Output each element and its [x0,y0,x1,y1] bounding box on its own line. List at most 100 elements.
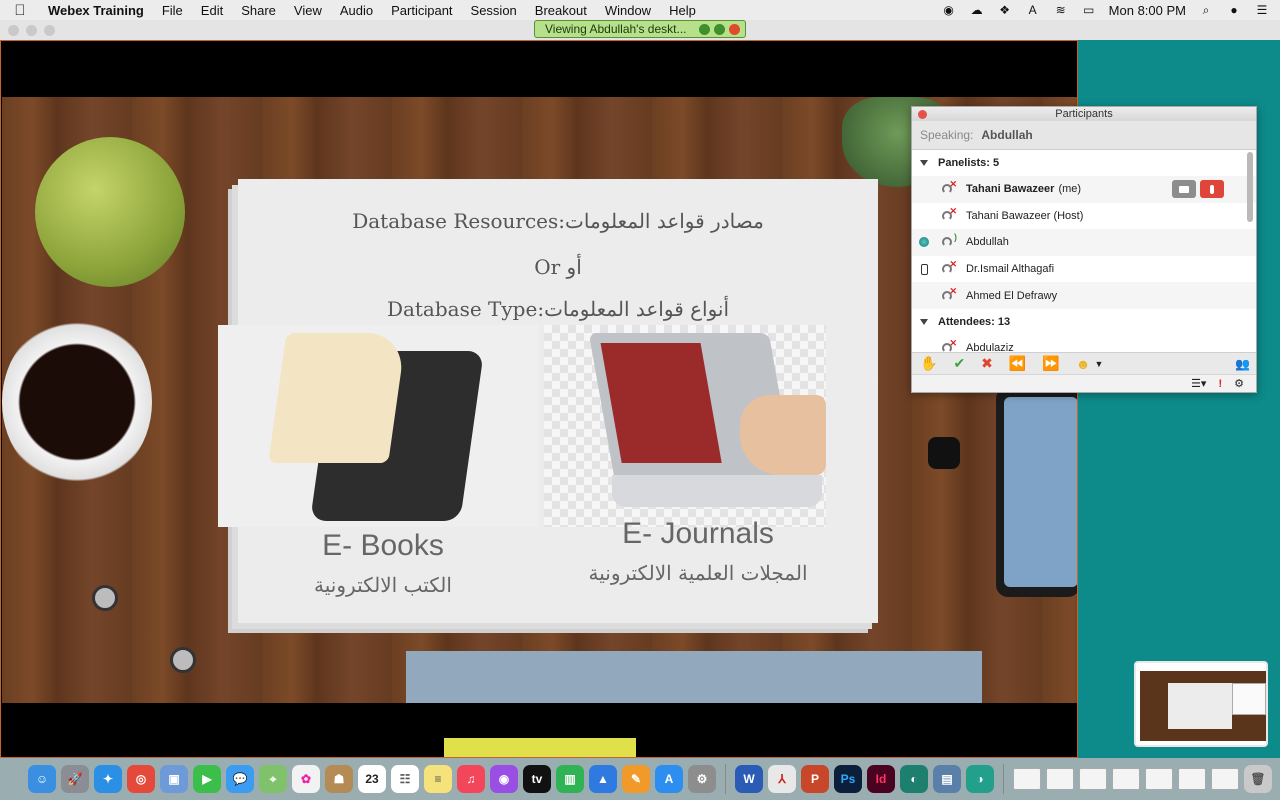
menu-share[interactable]: Share [232,3,285,18]
music-icon[interactable]: ♫ [457,765,485,793]
siri-icon[interactable]: ● [1226,3,1242,17]
list-view-options-icon[interactable]: ☰▾ [1191,377,1206,390]
participant-row[interactable]: ✕ Dr.Ismail Althagafi [912,256,1256,283]
participant-row[interactable]: ) Abdullah [912,229,1256,256]
tv-icon[interactable]: tv [523,765,551,793]
screen-share-thumbnail[interactable] [1134,661,1268,747]
notification-center-icon[interactable]: ☰ [1254,3,1270,17]
finder-icon[interactable]: ☺ [28,765,56,793]
image-capture-icon[interactable]: ▤ [933,765,961,793]
contacts-icon[interactable]: ☗ [325,765,353,793]
chrome-icon[interactable]: ◎ [127,765,155,793]
emoticon-dropdown-icon[interactable]: ▼ [1095,359,1104,369]
apple-menu-icon[interactable]:  [0,2,40,19]
minimized-window[interactable] [1112,768,1140,790]
panelists-group-header[interactable]: Panelists: 5 [912,150,1256,176]
minimized-window[interactable] [1211,768,1239,790]
microphone-muted-button[interactable] [1200,180,1224,199]
menu-session[interactable]: Session [462,3,526,18]
stop-viewing-icon[interactable] [729,23,740,35]
minimized-window[interactable] [1013,768,1041,790]
input-source-icon[interactable]: A [1025,3,1041,17]
menu-help[interactable]: Help [660,3,705,18]
appstore-icon[interactable]: A [655,765,683,793]
calendar-icon[interactable]: 23 [358,765,386,793]
menu-view[interactable]: View [285,3,331,18]
participants-toolbar: ✋ ✔ ✖ ⏪ ⏩ ☻ ▼ 👥 [912,352,1256,374]
yes-checkmark-icon[interactable]: ✔ [953,355,965,372]
assign-privileges-icon[interactable]: 👥 [1235,357,1250,371]
maps-icon[interactable]: ⌖ [259,765,287,793]
facetime-icon[interactable]: ▶ [193,765,221,793]
menubar-clock[interactable]: Mon 8:00 PM [1109,3,1186,18]
settings-gear-icon[interactable]: ⚙ [1234,377,1244,390]
participant-row[interactable]: ✕ Ahmed El Defrawy [912,282,1256,309]
keynote-icon[interactable]: ▲ [589,765,617,793]
video-camera-button[interactable] [1172,180,1196,199]
ejournals-caption: E- Journals [622,517,774,550]
reminders-icon[interactable]: ☷ [391,765,419,793]
creative-cloud-icon[interactable]: ☁ [969,3,985,17]
collapse-triangle-icon[interactable] [920,160,928,166]
menu-breakout[interactable]: Breakout [526,3,596,18]
participant-row[interactable]: ✕ Abdulaziz [912,335,1256,352]
participant-row[interactable]: ✕ Tahani Bawazeer (me) [912,176,1256,203]
numbers-icon[interactable]: ▥ [556,765,584,793]
collapse-triangle-icon[interactable] [920,318,928,325]
webex-status-icon[interactable]: ◉ [941,3,957,17]
word-icon[interactable]: W [735,765,763,793]
raise-hand-icon[interactable]: ✋ [920,355,937,372]
viewing-desktop-banner[interactable]: Viewing Abdullah's deskt... [534,20,746,38]
window-zoom-button[interactable] [44,25,55,36]
battery-icon[interactable]: ▭ [1081,3,1097,17]
menu-file[interactable]: File [153,3,192,18]
podcasts-icon[interactable]: ◉ [490,765,518,793]
minimized-window[interactable] [1079,768,1107,790]
participant-list[interactable]: Panelists: 5 ✕ Tahani Bawazeer (me) ✕ Ta… [912,150,1256,352]
spotlight-search-icon[interactable]: ⌕ [1198,3,1214,17]
notes-icon[interactable]: ≡ [424,765,452,793]
dropbox-icon[interactable]: ❖ [997,3,1013,17]
window-minimize-button[interactable] [26,25,37,36]
preview-icon[interactable]: ▣ [160,765,188,793]
remote-control-icon[interactable] [714,23,725,35]
trash-icon[interactable]: 🗑 [1244,765,1272,793]
menu-participant[interactable]: Participant [382,3,461,18]
app-name-menu[interactable]: Webex Training [40,3,153,18]
menu-audio[interactable]: Audio [331,3,382,18]
emoticon-icon[interactable]: ☻ [1076,356,1091,372]
participant-name: Abdulaziz [966,342,1014,352]
launchpad-icon[interactable]: 🚀 [61,765,89,793]
menu-window[interactable]: Window [596,3,660,18]
photoshop-icon[interactable]: Ps [834,765,862,793]
acrobat-icon[interactable]: ⅄ [768,765,796,793]
indesign-icon[interactable]: Id [867,765,895,793]
participants-titlebar[interactable]: Participants [912,107,1256,121]
panel-close-button[interactable] [918,110,927,119]
speaking-name: Abdullah [981,128,1033,142]
messages-icon[interactable]: 💬 [226,765,254,793]
safari-icon[interactable]: ✦ [94,765,122,793]
alert-icon[interactable]: ! [1218,378,1222,390]
minimized-window[interactable] [1145,768,1173,790]
attendees-group-header[interactable]: Attendees: 13 [912,309,1256,335]
participant-row[interactable]: ✕ Tahani Bawazeer (Host) [912,203,1256,230]
menu-edit[interactable]: Edit [192,3,232,18]
powerpoint-icon[interactable]: P [801,765,829,793]
no-cross-icon[interactable]: ✖ [981,355,993,372]
minimized-window[interactable] [1046,768,1074,790]
window-close-button[interactable] [8,25,19,36]
go-faster-icon[interactable]: ⏩ [1042,355,1059,372]
settings-icon[interactable]: ⚙ [688,765,716,793]
webex-meetings-icon[interactable]: ◑ [966,765,994,793]
go-slower-icon[interactable]: ⏪ [1009,355,1026,372]
participant-name: Ahmed El Defrawy [966,289,1058,302]
photos-icon[interactable]: ✿ [292,765,320,793]
folder-image [406,651,982,703]
pages-icon[interactable]: ✎ [622,765,650,793]
webex-icon[interactable]: ◐ [900,765,928,793]
wifi-icon[interactable]: ≋ [1053,3,1069,17]
minimized-window[interactable] [1178,768,1206,790]
refresh-icon[interactable] [699,23,710,35]
list-scrollbar[interactable] [1247,152,1253,222]
